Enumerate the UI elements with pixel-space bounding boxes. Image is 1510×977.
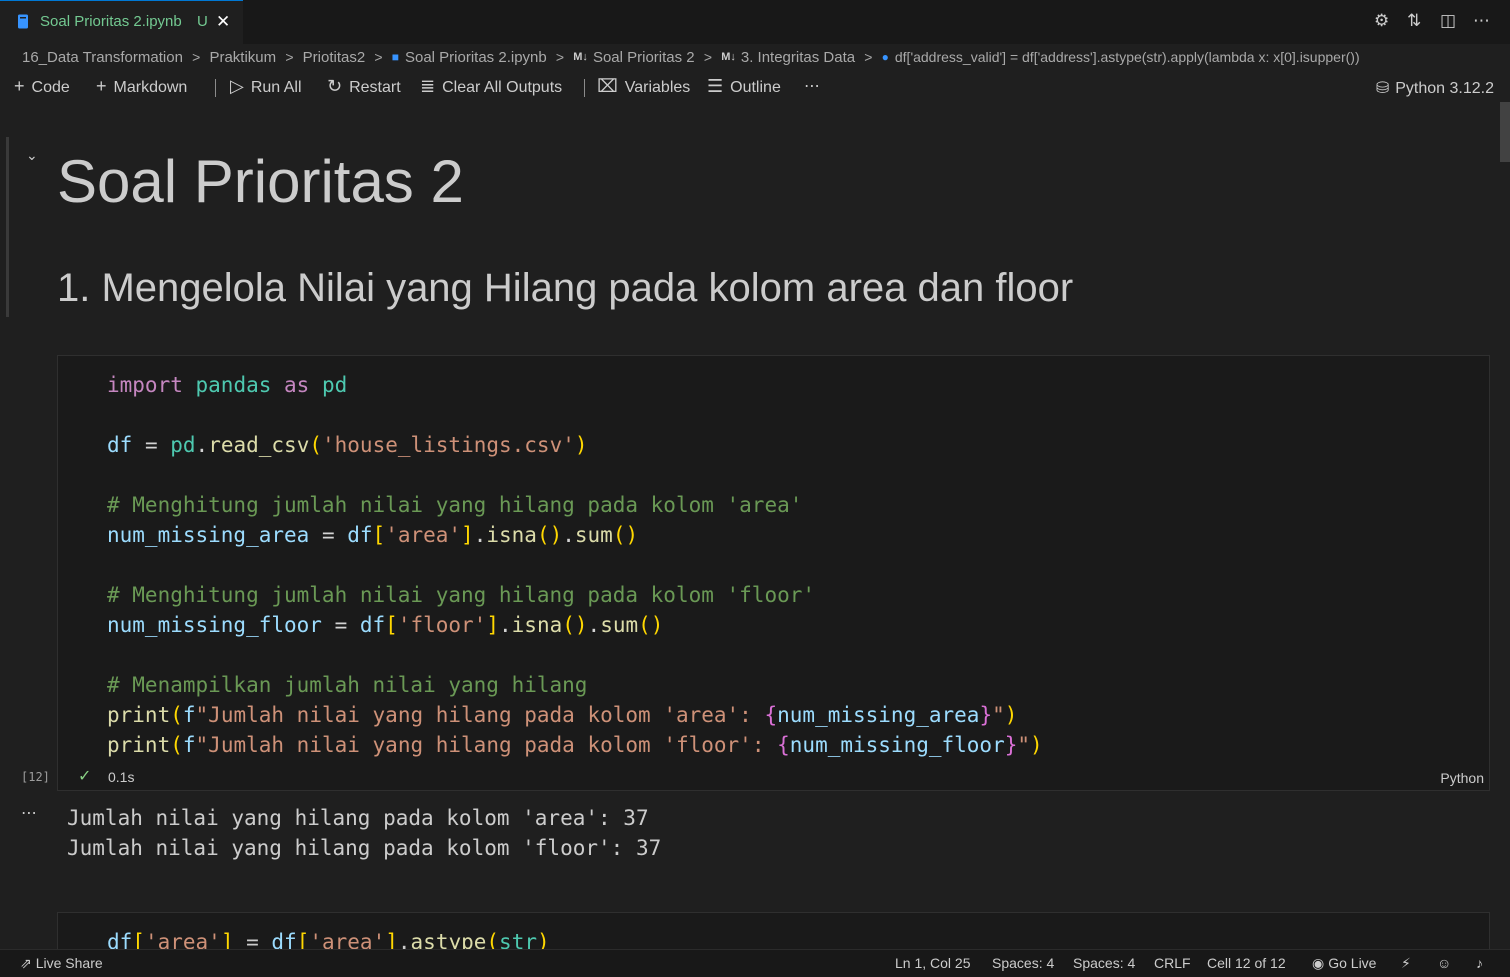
- python-icon: ●: [881, 50, 889, 65]
- run-all-button[interactable]: ▷ Run All: [230, 76, 302, 97]
- cell-output: Jumlah nilai yang hilang pada kolom 'are…: [67, 803, 661, 863]
- live-share-icon: ⇗: [20, 955, 32, 971]
- toolbar-divider: [584, 79, 585, 97]
- restart-button[interactable]: ↻ Restart: [327, 76, 401, 97]
- page-title: Soal Prioritas 2: [57, 148, 464, 215]
- breadcrumb-item[interactable]: 16_Data Transformation: [22, 49, 183, 66]
- chevron-right-icon: >: [555, 49, 565, 66]
- output-line: Jumlah nilai yang hilang pada kolom 'flo…: [67, 836, 662, 860]
- kernel-icon: ⛁: [1375, 80, 1390, 97]
- kernel-picker[interactable]: ⛁ Python 3.12.2: [1376, 78, 1494, 98]
- code-editor[interactable]: import pandas as pd df = pd.read_csv('ho…: [107, 370, 1043, 760]
- outline-icon: ☰: [707, 76, 724, 96]
- breadcrumb-item[interactable]: df['address_valid'] = df['address'].asty…: [895, 49, 1360, 65]
- live-share-button[interactable]: ⇗ Live Share: [20, 955, 103, 972]
- output-line: Jumlah nilai yang hilang pada kolom 'are…: [67, 806, 649, 830]
- success-check-icon: ✓: [78, 768, 92, 785]
- notebook-file-icon: ■: [391, 50, 399, 65]
- tab-label: Soal Prioritas 2.ipynb: [40, 13, 182, 30]
- variables-button[interactable]: ⌧ Variables: [597, 76, 690, 97]
- notifications-bell-icon[interactable]: ♪: [1476, 955, 1483, 971]
- markdown-icon: M↓: [721, 51, 736, 64]
- compare-changes-icon[interactable]: ⇅: [1407, 11, 1421, 31]
- chevron-right-icon: >: [864, 49, 873, 66]
- editor-tab[interactable]: Soal Prioritas 2.ipynb U ✕: [0, 0, 243, 44]
- settings-gear-icon[interactable]: ⚙: [1374, 11, 1389, 31]
- tab-bar: Soal Prioritas 2.ipynb U ✕ ⚙ ⇅ ◫ ⋯: [0, 0, 1510, 44]
- cursor-position[interactable]: Ln 1, Col 25: [895, 955, 971, 971]
- execution-duration: 0.1s: [108, 769, 135, 785]
- status-bar: ⇗ Live Share Ln 1, Col 25 Spaces: 4 Space…: [0, 949, 1510, 977]
- indentation-status[interactable]: Spaces: 4: [992, 955, 1054, 971]
- close-icon[interactable]: ✕: [216, 12, 230, 32]
- output-actions-icon[interactable]: ⋯: [21, 803, 37, 823]
- chevron-right-icon: >: [374, 49, 383, 66]
- sync-icon[interactable]: ⚡: [1401, 955, 1411, 972]
- outline-button[interactable]: ☰ Outline: [707, 76, 781, 97]
- clear-all-outputs-button[interactable]: ≣ Clear All Outputs: [420, 76, 562, 97]
- go-live-button[interactable]: ◉ Go Live: [1312, 955, 1376, 972]
- notebook-file-icon: [18, 14, 28, 29]
- plus-icon: +: [14, 76, 25, 96]
- breadcrumb-item[interactable]: 3. Integritas Data: [741, 49, 855, 66]
- copilot-icon[interactable]: ☺: [1437, 955, 1451, 971]
- line-ending-status[interactable]: CRLF: [1154, 955, 1191, 971]
- variables-icon: ⌧: [597, 76, 618, 96]
- more-actions-icon[interactable]: ⋯: [1473, 11, 1490, 31]
- breadcrumb-item[interactable]: Praktikum: [209, 49, 276, 66]
- modified-indicator: U: [197, 13, 208, 30]
- add-markdown-cell-button[interactable]: + Markdown: [96, 76, 187, 97]
- cell-count-status[interactable]: Cell 12 of 12: [1207, 955, 1286, 971]
- vertical-scrollbar-thumb[interactable]: [1500, 102, 1510, 162]
- markdown-icon: M↓: [573, 51, 588, 64]
- plus-icon: +: [96, 76, 107, 96]
- more-toolbar-button[interactable]: ⋯: [804, 76, 820, 96]
- toolbar-divider: [215, 79, 216, 97]
- chevron-down-icon[interactable]: ⌄: [26, 147, 38, 164]
- cell-language-indicator[interactable]: Python: [1440, 770, 1484, 786]
- indentation-status[interactable]: Spaces: 4: [1073, 955, 1135, 971]
- code-cell[interactable]: df['area'] = df['area'].astype(str): [57, 912, 1490, 952]
- section-heading: 1. Mengelola Nilai yang Hilang pada kolo…: [57, 266, 1074, 310]
- execution-count: [12]: [21, 770, 50, 784]
- cell-focus-indicator: [6, 137, 9, 317]
- chevron-right-icon: >: [703, 49, 713, 66]
- broadcast-icon: ◉: [1312, 955, 1325, 971]
- breadcrumb-item[interactable]: Priotitas2: [303, 49, 366, 66]
- clear-outputs-icon: ≣: [420, 76, 436, 96]
- restart-icon: ↻: [327, 76, 343, 96]
- run-all-icon: ▷: [230, 76, 244, 96]
- add-code-cell-button[interactable]: + Code: [14, 76, 70, 97]
- breadcrumb: 16_Data Transformation > Praktikum > Pri…: [22, 48, 1360, 70]
- breadcrumb-item[interactable]: Soal Prioritas 2.ipynb: [405, 49, 547, 66]
- chevron-right-icon: >: [192, 49, 201, 66]
- chevron-right-icon: >: [285, 49, 294, 66]
- split-editor-icon[interactable]: ◫: [1440, 11, 1456, 31]
- breadcrumb-item[interactable]: Soal Prioritas 2: [593, 49, 695, 66]
